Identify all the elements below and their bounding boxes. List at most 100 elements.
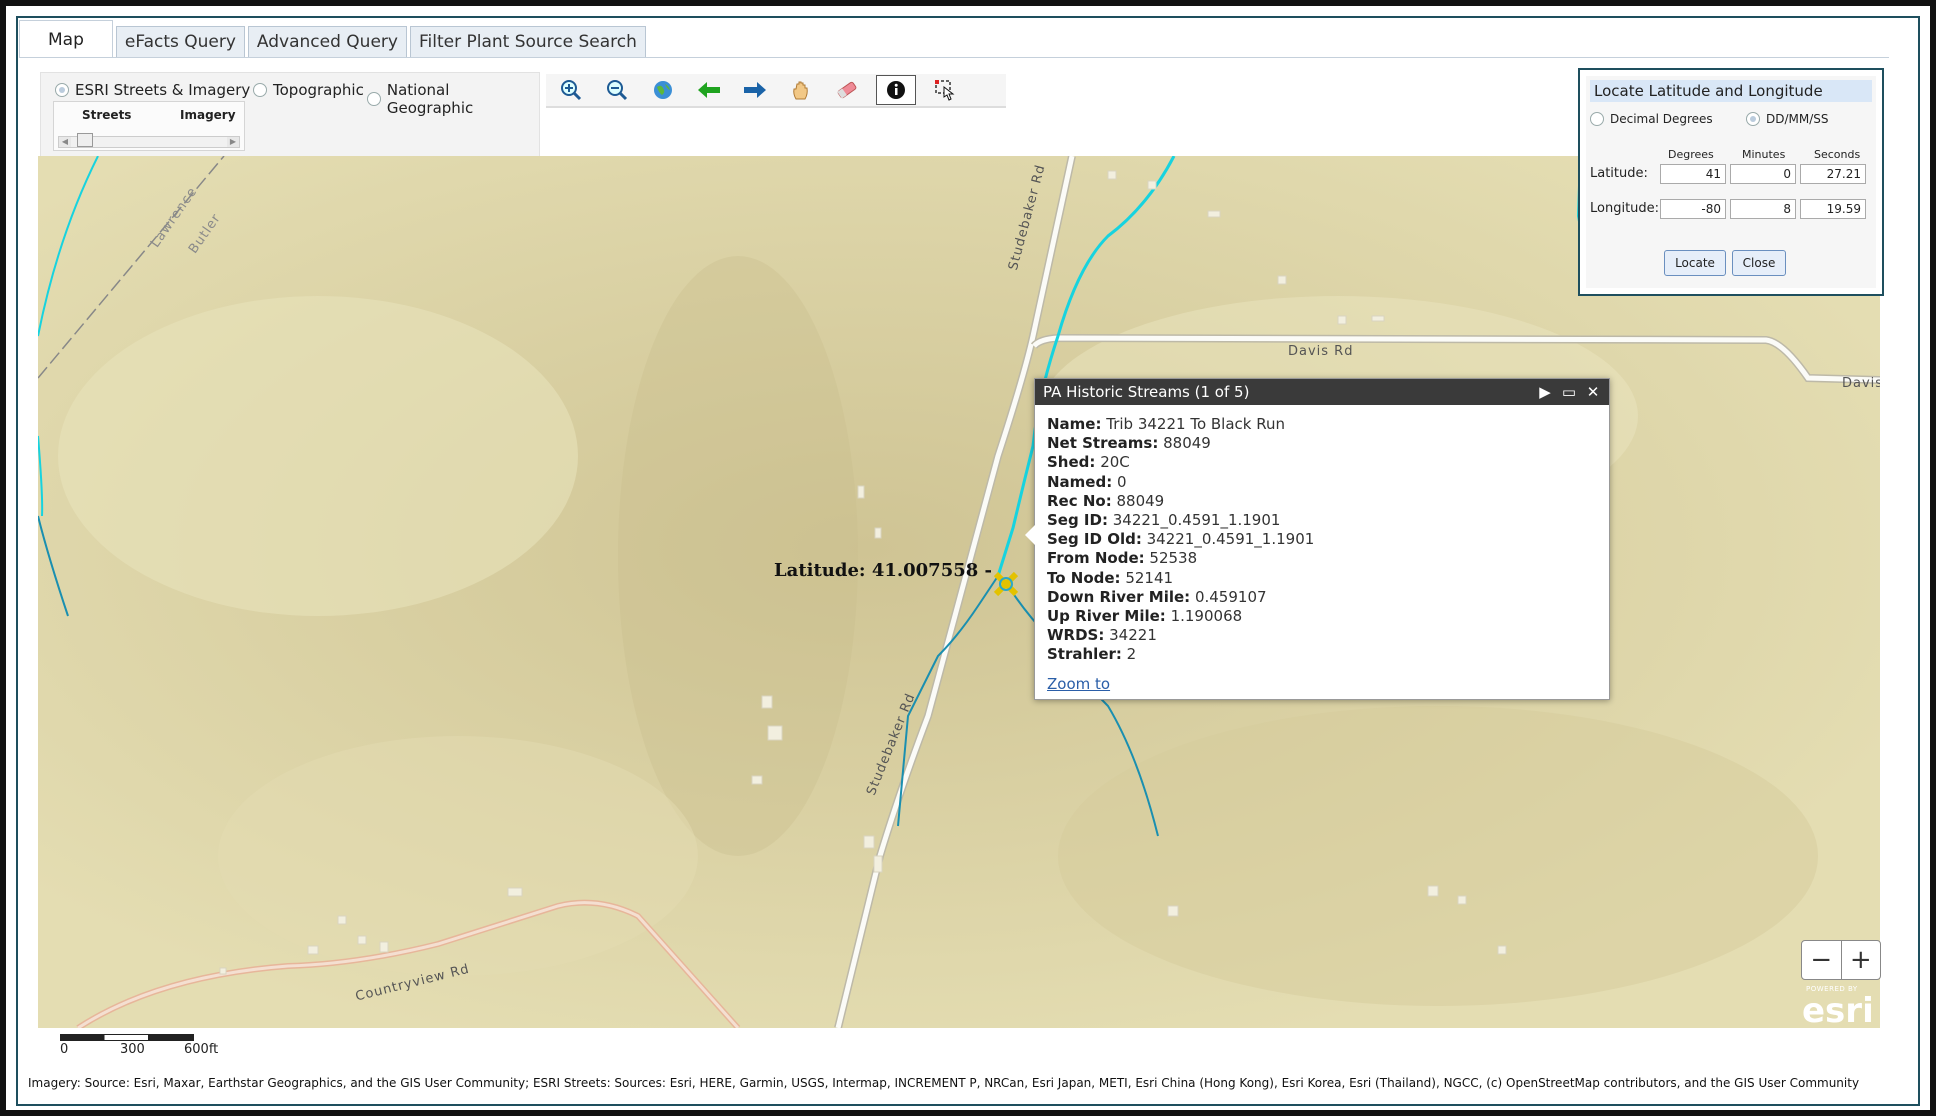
longitude-label: Longitude: — [1590, 201, 1660, 216]
attribute-value: 0.459107 — [1194, 587, 1267, 606]
popup-title: PA Historic Streams (1 of 5) — [1043, 383, 1250, 401]
column-header-seconds: Seconds — [1814, 148, 1861, 161]
basemap-selector: ESRI Streets & Imagery Topographic Natio… — [40, 72, 540, 157]
attribute-value: 34221_0.4591_1.1901 — [1146, 530, 1315, 549]
attribute-value: 20C — [1100, 453, 1130, 472]
zoom-in-button[interactable] — [554, 75, 588, 105]
attribute-row: WRDS: 34221 — [1047, 626, 1597, 645]
scale-label-600: 600ft — [184, 1042, 219, 1057]
globe-icon — [654, 81, 672, 99]
popup-header: PA Historic Streams (1 of 5) ▶ ▭ ✕ — [1035, 379, 1609, 405]
attribute-value: 52538 — [1149, 549, 1198, 568]
identify-popup: PA Historic Streams (1 of 5) ▶ ▭ ✕ Name:… — [1025, 378, 1610, 700]
zoom-out-button[interactable] — [600, 75, 634, 105]
popup-controls: ▶ ▭ ✕ — [1533, 379, 1605, 405]
attribute-row: Name: Trib 34221 To Black Run — [1047, 415, 1597, 434]
attribute-key: Named: — [1047, 472, 1113, 491]
attribute-key: To Node: — [1047, 568, 1121, 587]
radio-icon[interactable] — [1590, 112, 1604, 126]
radio-selected-icon[interactable] — [55, 83, 69, 97]
radio-icon[interactable] — [367, 92, 381, 106]
longitude-minutes-input[interactable]: 8 — [1730, 199, 1796, 219]
attribute-key: WRDS: — [1047, 626, 1105, 645]
tab-advanced-query[interactable]: Advanced Query — [247, 26, 407, 58]
slider-thumb[interactable] — [77, 133, 93, 147]
previous-extent-button[interactable] — [692, 75, 726, 105]
road-label-davis-east: Davis — [1842, 376, 1880, 391]
close-icon[interactable]: ✕ — [1581, 379, 1605, 405]
select-button[interactable] — [928, 75, 962, 105]
slider-label-streets: Streets — [82, 108, 132, 122]
attribute-value: 1.190068 — [1170, 607, 1243, 626]
popup-pointer — [1025, 525, 1035, 545]
map-attribution: Imagery: Source: Esri, Maxar, Earthstar … — [28, 1076, 1860, 1090]
identify-button[interactable] — [876, 75, 916, 105]
maximize-icon[interactable]: ▭ — [1557, 379, 1581, 405]
attribute-row: Down River Mile: 0.459107 — [1047, 588, 1597, 607]
esri-logo: POWERED BY esri — [1798, 985, 1884, 1031]
tab-map[interactable]: Map — [19, 20, 113, 58]
attribute-row: Seg ID Old: 34221_0.4591_1.1901 — [1047, 530, 1597, 549]
locate-panel-body: Locate Latitude and Longitude Decimal De… — [1586, 76, 1876, 288]
attribute-key: Seg ID Old: — [1047, 530, 1142, 549]
tab-filter-plant-source-search[interactable]: Filter Plant Source Search — [409, 26, 646, 58]
next-extent-button[interactable] — [738, 75, 772, 105]
basemap-option-national-geographic[interactable]: National Geographic — [367, 81, 539, 117]
zoom-in-map-button[interactable]: + — [1842, 941, 1881, 979]
close-button[interactable]: Close — [1732, 250, 1786, 276]
latitude-degrees-input[interactable]: 41 — [1660, 164, 1726, 184]
zoom-in-icon — [561, 80, 582, 101]
zoom-to-link[interactable]: Zoom to — [1047, 675, 1110, 694]
attribute-row: From Node: 52538 — [1047, 549, 1597, 568]
latitude-minutes-input[interactable]: 0 — [1730, 164, 1796, 184]
locate-lat-lon-panel: Locate Latitude and Longitude Decimal De… — [1578, 68, 1884, 296]
map-toolbar — [546, 74, 1006, 108]
option-label: DD/MM/SS — [1766, 112, 1829, 126]
attribute-value: 34221 — [1109, 626, 1157, 645]
tab-bar: Map eFacts Query Advanced Query Filter P… — [19, 20, 649, 58]
attribute-key: Net Streams: — [1047, 434, 1159, 453]
attribute-row: To Node: 52141 — [1047, 569, 1597, 588]
pan-button[interactable] — [784, 75, 818, 105]
scale-label-0: 0 — [60, 1042, 69, 1057]
column-header-minutes: Minutes — [1742, 148, 1786, 161]
option-decimal-degrees[interactable]: Decimal Degrees — [1590, 112, 1713, 126]
next-feature-icon[interactable]: ▶ — [1533, 379, 1557, 405]
attribute-value: 2 — [1126, 645, 1137, 664]
attribute-value: 52141 — [1125, 568, 1174, 587]
basemap-option-topographic[interactable]: Topographic — [253, 81, 364, 99]
attribute-value: 88049 — [1116, 491, 1165, 510]
locate-button[interactable]: Locate — [1664, 250, 1726, 276]
attribute-value: Trib 34221 To Black Run — [1106, 415, 1286, 433]
latitude-seconds-input[interactable]: 27.21 — [1800, 164, 1866, 184]
location-marker-icon[interactable] — [993, 571, 1019, 597]
attribute-row: Net Streams: 88049 — [1047, 434, 1597, 453]
slider-left-arrow-icon[interactable]: ◀ — [59, 137, 71, 147]
attribute-key: Strahler: — [1047, 645, 1122, 664]
attribute-value: 0 — [1117, 472, 1127, 491]
longitude-degrees-input[interactable]: -80 — [1660, 199, 1726, 219]
basemap-option-label: Topographic — [273, 81, 364, 99]
slider-label-imagery: Imagery — [180, 108, 236, 122]
attribute-value: 34221_0.4591_1.1901 — [1112, 511, 1281, 530]
attribute-key: Rec No: — [1047, 491, 1112, 510]
zoom-control: − + — [1801, 940, 1881, 980]
slider-track[interactable]: ◀ ▶ — [58, 133, 240, 148]
info-icon — [887, 81, 905, 99]
slider-right-arrow-icon[interactable]: ▶ — [227, 137, 239, 147]
zoom-out-map-button[interactable]: − — [1802, 941, 1842, 979]
scale-bar-graphic — [60, 1034, 194, 1041]
tab-efacts-query[interactable]: eFacts Query — [115, 26, 245, 58]
attribute-row: Rec No: 88049 — [1047, 492, 1597, 511]
radio-icon[interactable] — [253, 83, 267, 97]
latitude-label: Latitude: — [1590, 166, 1648, 181]
erase-button[interactable] — [830, 75, 864, 105]
longitude-seconds-input[interactable]: 19.59 — [1800, 199, 1866, 219]
attribute-row: Up River Mile: 1.190068 — [1047, 607, 1597, 626]
basemap-option-esri-streets-imagery[interactable]: ESRI Streets & Imagery — [55, 81, 250, 99]
full-extent-button[interactable] — [646, 75, 680, 105]
coordinate-readout: Latitude: 41.007558 - Lon — [774, 560, 994, 581]
option-dms[interactable]: DD/MM/SS — [1746, 112, 1829, 126]
basemap-option-label: ESRI Streets & Imagery — [75, 81, 251, 99]
radio-selected-icon[interactable] — [1746, 112, 1760, 126]
